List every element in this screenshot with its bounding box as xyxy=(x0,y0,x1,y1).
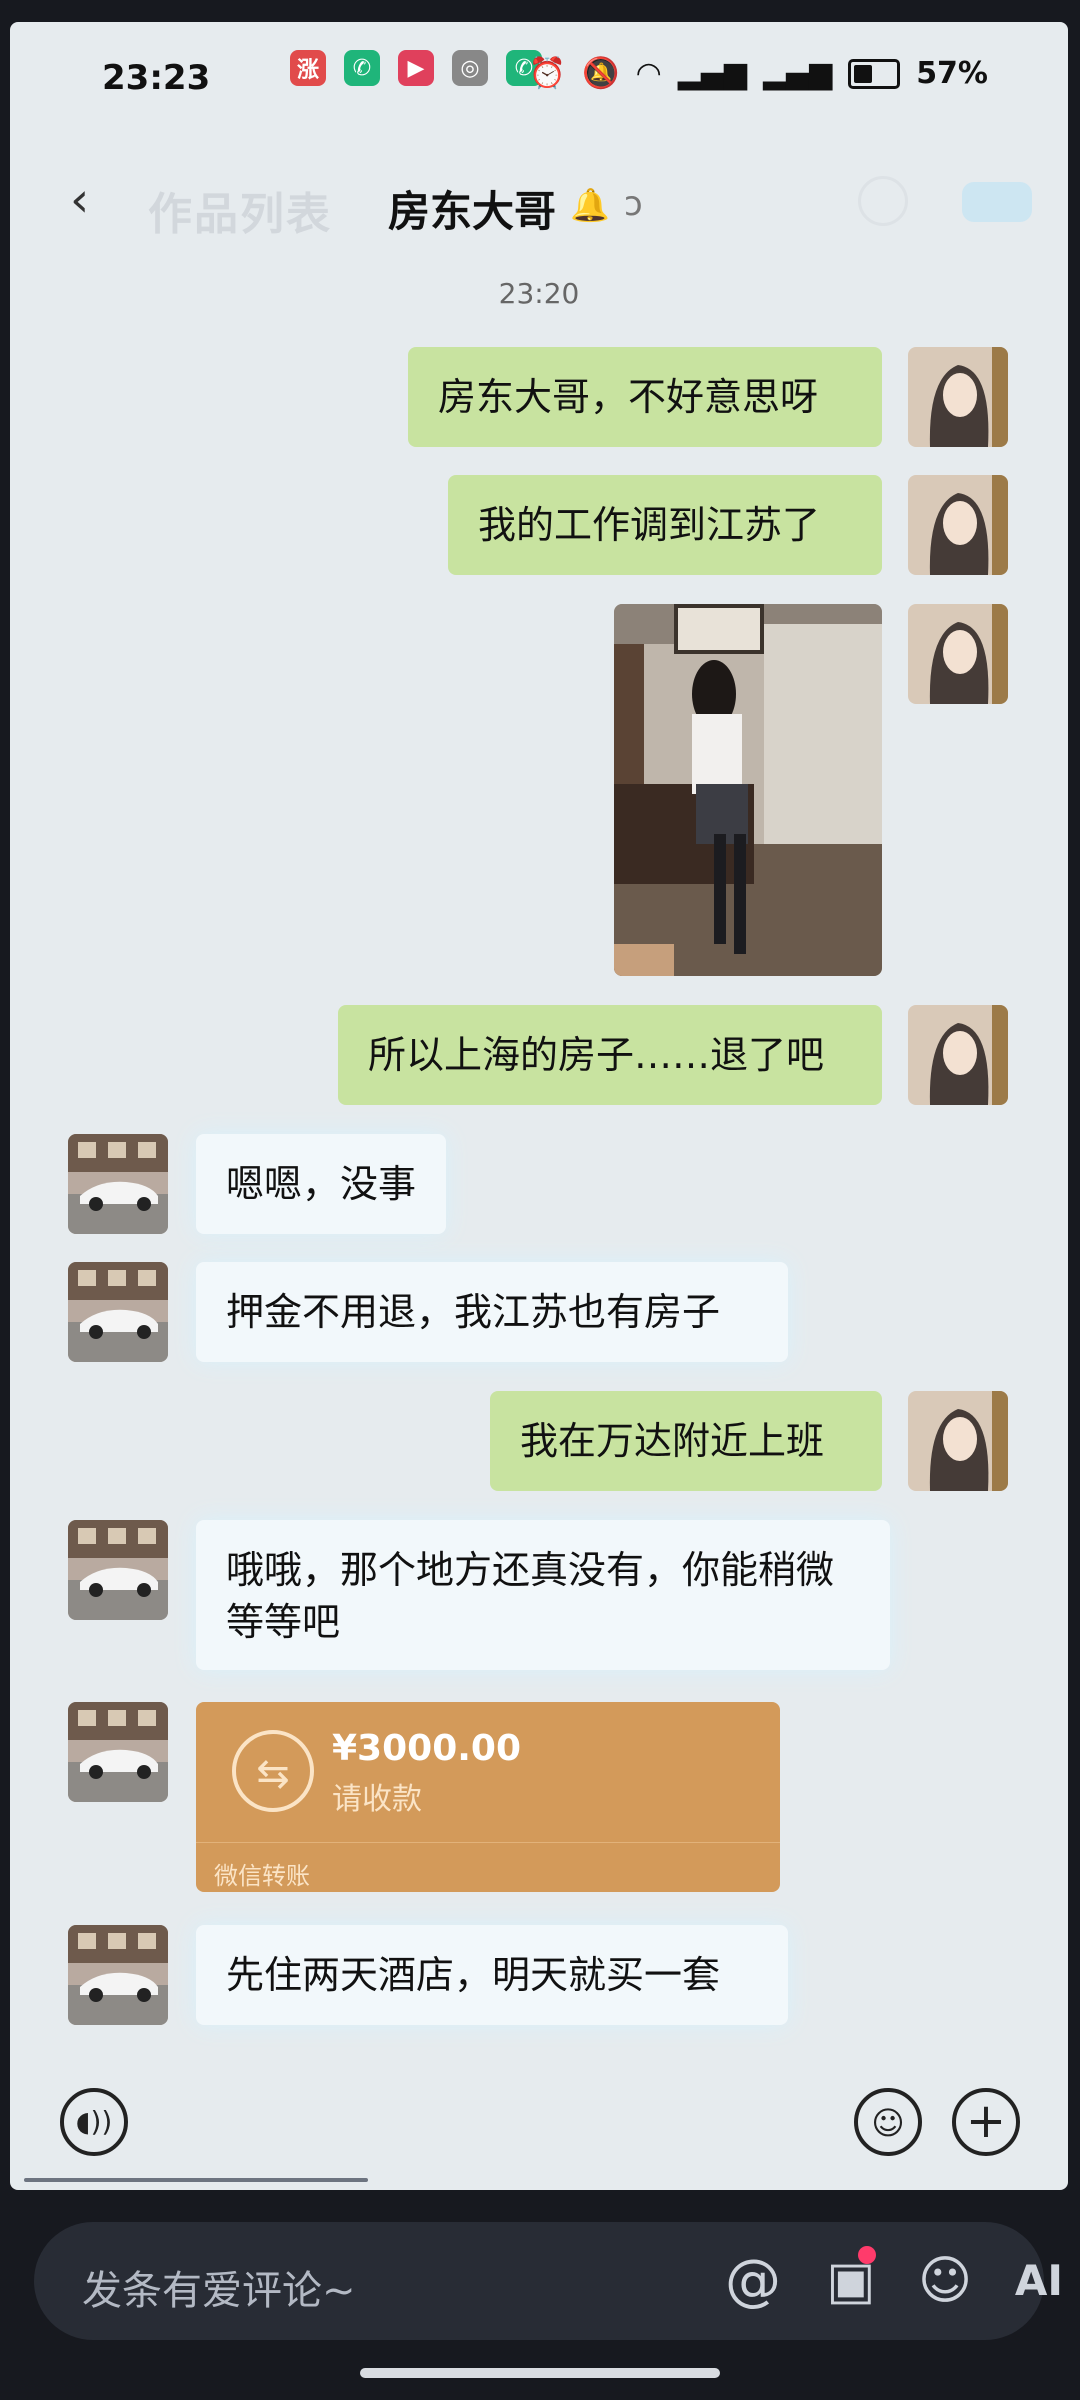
landlord-avatar[interactable] xyxy=(68,1520,168,1620)
landlord-avatar[interactable] xyxy=(68,1262,168,1362)
progress-divider xyxy=(24,2178,368,2182)
back-icon[interactable]: ‹ xyxy=(70,172,89,228)
chat-header: ‹ 作品列表 房东大哥 🔔 ↄ xyxy=(10,142,1068,262)
landlord-avatar[interactable] xyxy=(68,1925,168,2025)
play-icon: ▶ xyxy=(398,50,434,86)
plus-icon[interactable]: + xyxy=(952,2088,1020,2156)
my-message-bubble[interactable]: 我的工作调到江苏了 xyxy=(448,475,882,575)
my-avatar[interactable] xyxy=(908,604,1008,704)
my-message-bubble[interactable]: 所以上海的房子……退了吧 xyxy=(338,1005,882,1105)
alarm-icon: ⏰ xyxy=(528,56,567,91)
at-icon[interactable]: @ xyxy=(722,2250,784,2312)
landlord-message-bubble[interactable]: 嗯嗯，没事 xyxy=(196,1134,446,1234)
transfer-card[interactable]: ⇆ ¥3000.00 请收款 微信转账 xyxy=(196,1702,780,1892)
transfer-divider xyxy=(196,1842,780,1843)
my-avatar[interactable] xyxy=(908,1391,1008,1491)
mute-bell-icon: 🔔 xyxy=(570,186,610,224)
signal-icon: ▂▄▆ xyxy=(762,56,833,91)
chat-screen: 23:23 涨 ✆ ▶ ◎ ✆ ⏰ 🔕 ◠ ▂▄▆ ▂▄▆ 57% ‹ 作品列表… xyxy=(10,22,1068,2190)
landlord-message-bubble[interactable]: 押金不用退，我江苏也有房子 xyxy=(196,1262,788,1362)
transfer-amount: ¥3000.00 xyxy=(332,1728,522,1769)
comment-input[interactable]: 发条有爱评论~ xyxy=(82,2258,356,2316)
unicom-icon: ◎ xyxy=(452,50,488,86)
status-time: 23:23 xyxy=(102,58,211,98)
battery-icon xyxy=(848,58,901,89)
blue-badge xyxy=(962,182,1032,222)
comment-bar[interactable]: 发条有爱评论~ @ ▣ ☺ AI xyxy=(34,2222,1063,2340)
chat-title: 房东大哥 xyxy=(388,187,557,236)
ear-icon: ↄ xyxy=(624,184,643,224)
my-avatar[interactable] xyxy=(908,475,1008,575)
home-indicator[interactable] xyxy=(360,2368,720,2378)
notification-icons: 涨 ✆ ▶ ◎ ✆ xyxy=(290,50,542,86)
my-message-bubble[interactable]: 房东大哥，不好意思呀 xyxy=(408,347,882,447)
transfer-icon: ⇆ xyxy=(232,1730,314,1812)
voice-icon[interactable]: ◖)) xyxy=(60,2088,128,2156)
transfer-subtitle: 请收款 xyxy=(332,1782,422,1817)
system-icons: ⏰ 🔕 ◠ ▂▄▆ ▂▄▆ 57% xyxy=(529,56,988,91)
notification-dot xyxy=(858,2246,876,2264)
status-bar: 23:23 涨 ✆ ▶ ◎ ✆ ⏰ 🔕 ◠ ▂▄▆ ▂▄▆ 57% xyxy=(10,22,1068,132)
mute-icon: 🔕 xyxy=(582,56,620,91)
faded-title: 作品列表 xyxy=(148,189,332,240)
my-avatar[interactable] xyxy=(908,1005,1008,1105)
my-message-bubble[interactable]: 我在万达附近上班 xyxy=(490,1391,882,1491)
transfer-footer: 微信转账 xyxy=(214,1862,310,1890)
red-app-icon: 涨 xyxy=(290,50,326,86)
shared-photo[interactable] xyxy=(614,604,882,976)
more-icon[interactable] xyxy=(858,176,908,226)
landlord-message-bubble[interactable]: 先住两天酒店，明天就买一套 xyxy=(196,1925,788,2025)
wifi-icon: ◠ xyxy=(635,56,662,91)
landlord-avatar[interactable] xyxy=(68,1134,168,1234)
chat-input-bar: ◖)) ☺ + xyxy=(10,2072,1068,2190)
emoji-icon[interactable]: ☺ xyxy=(914,2250,976,2312)
battery-percent: 57% xyxy=(916,56,988,91)
phone-icon: ✆ xyxy=(344,50,380,86)
ai-icon[interactable]: AI xyxy=(1008,2250,1070,2312)
landlord-avatar[interactable] xyxy=(68,1702,168,1802)
signal-icon: ▂▄▆ xyxy=(677,56,747,91)
emoji-icon[interactable]: ☺ xyxy=(854,2088,922,2156)
message-timestamp: 23:20 xyxy=(498,277,580,310)
my-avatar[interactable] xyxy=(908,347,1008,447)
landlord-message-bubble[interactable]: 哦哦，那个地方还真没有，你能稍微等等吧 xyxy=(196,1520,890,1670)
